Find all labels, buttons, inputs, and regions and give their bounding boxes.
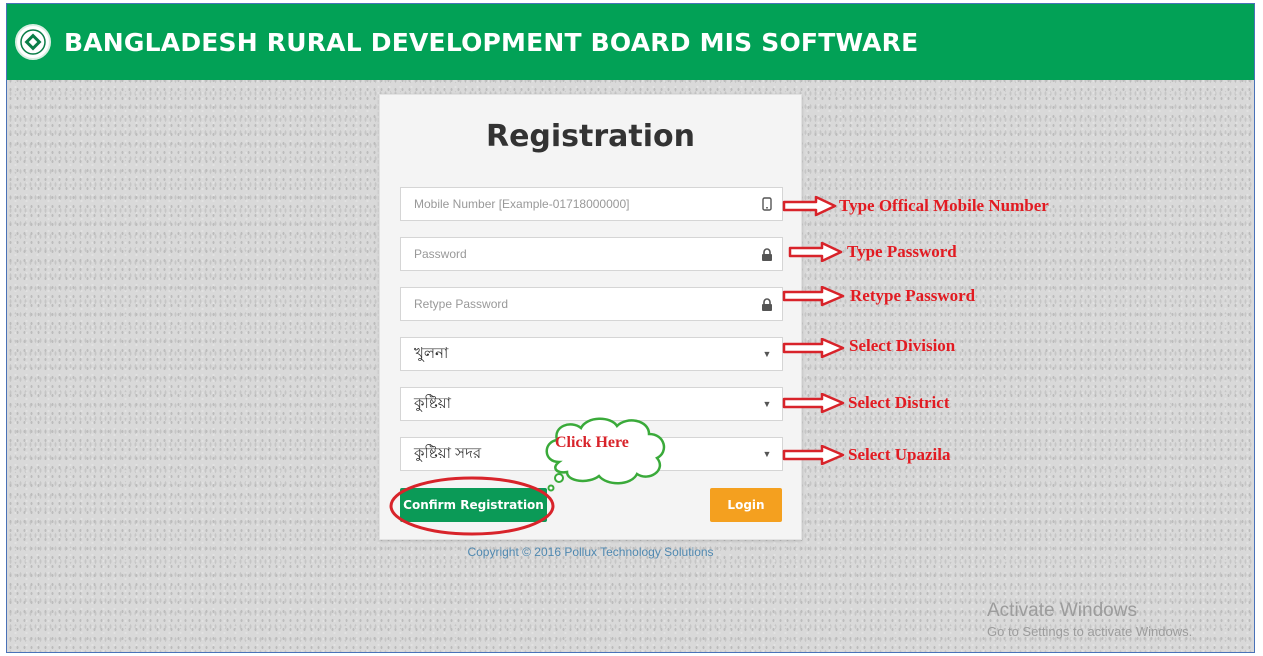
mobile-number-input[interactable]: Mobile Number [Example-01718000000] — [400, 187, 783, 221]
caret-down-icon: ▼ — [762, 399, 772, 409]
registration-title: Registration — [485, 119, 696, 154]
arrow-right-icon — [788, 242, 843, 262]
highlight-ellipse — [389, 476, 555, 536]
login-button[interactable]: Login — [710, 488, 782, 522]
division-select[interactable]: খুলনা ▼ — [400, 337, 783, 371]
caret-down-icon: ▼ — [762, 349, 772, 359]
app-header: BANGLADESH RURAL DEVELOPMENT BOARD MIS S… — [7, 4, 1254, 80]
page-frame: BANGLADESH RURAL DEVELOPMENT BOARD MIS S… — [6, 3, 1255, 653]
click-here-cloud — [545, 417, 666, 492]
division-selected-value: খুলনা — [414, 344, 449, 362]
arrow-right-icon — [782, 445, 845, 465]
watermark-title: Activate Windows — [987, 600, 1137, 621]
arrow-right-icon — [782, 286, 845, 306]
watermark-subtitle: Go to Settings to activate Windows. — [987, 624, 1193, 639]
mobile-phone-icon — [752, 197, 782, 211]
lock-icon — [752, 297, 782, 311]
arrow-right-icon — [782, 196, 837, 216]
mobile-number-placeholder: Mobile Number [Example-01718000000] — [414, 197, 630, 211]
caret-down-icon: ▼ — [762, 449, 772, 459]
annotation-division: Select Division — [849, 336, 956, 355]
password-input[interactable]: Password — [400, 237, 783, 271]
password-placeholder: Password — [414, 247, 467, 261]
app-title: BANGLADESH RURAL DEVELOPMENT BOARD MIS S… — [64, 27, 919, 57]
annotation-retype: Retype Password — [850, 286, 976, 305]
retype-password-input[interactable]: Retype Password — [400, 287, 783, 321]
brdb-logo-icon — [20, 29, 46, 55]
lock-icon — [752, 247, 782, 261]
windows-activation-watermark: Activate Windows Go to Settings to activ… — [987, 600, 1192, 639]
brdb-logo — [15, 24, 51, 60]
annotation-password: Type Password — [847, 242, 957, 261]
annotation-district: Select District — [848, 393, 950, 412]
retype-password-placeholder: Retype Password — [414, 297, 509, 311]
arrow-right-icon — [782, 393, 845, 413]
annotation-mobile: Type Offical Mobile Number — [839, 196, 1049, 215]
arrow-right-icon — [782, 338, 845, 358]
click-here-label: Click Here — [555, 434, 629, 451]
copyright-text: Copyright © 2016 Pollux Technology Solut… — [467, 545, 714, 559]
annotation-upazila: Select Upazila — [848, 445, 951, 464]
